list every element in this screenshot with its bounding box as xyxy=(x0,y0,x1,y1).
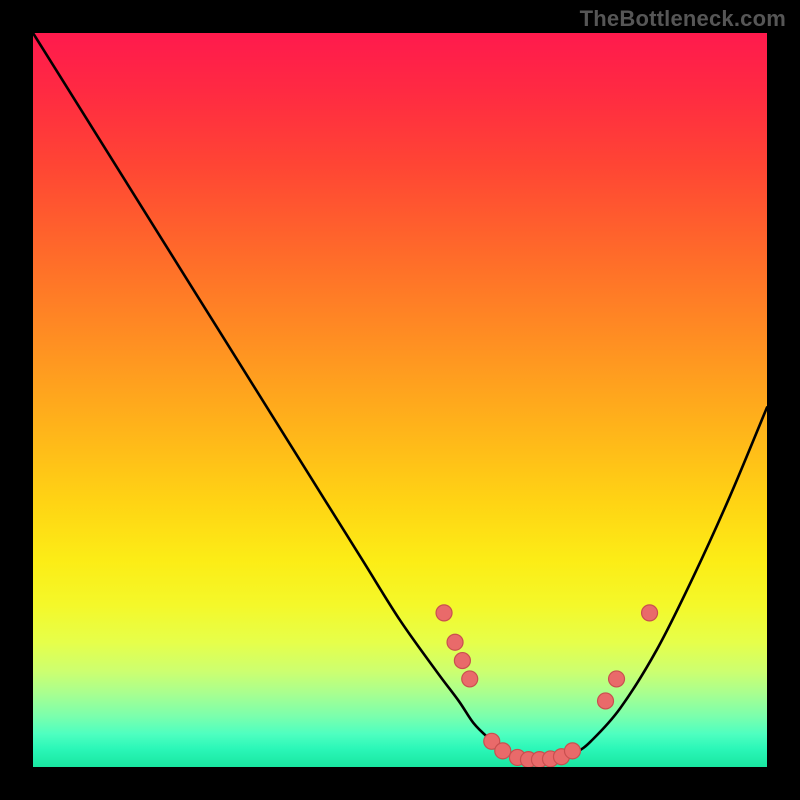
curve-marker xyxy=(598,693,614,709)
curve-marker xyxy=(436,605,452,621)
curve-marker xyxy=(447,634,463,650)
curve-marker xyxy=(454,653,470,669)
curve-layer xyxy=(33,33,767,767)
curve-marker xyxy=(564,743,580,759)
bottleneck-curve xyxy=(33,33,767,760)
curve-marker xyxy=(642,605,658,621)
curve-markers xyxy=(436,605,658,767)
plot-area xyxy=(33,33,767,767)
chart-container: TheBottleneck.com xyxy=(0,0,800,800)
curve-marker xyxy=(609,671,625,687)
curve-marker xyxy=(495,743,511,759)
curve-marker xyxy=(462,671,478,687)
attribution-text: TheBottleneck.com xyxy=(580,6,786,32)
